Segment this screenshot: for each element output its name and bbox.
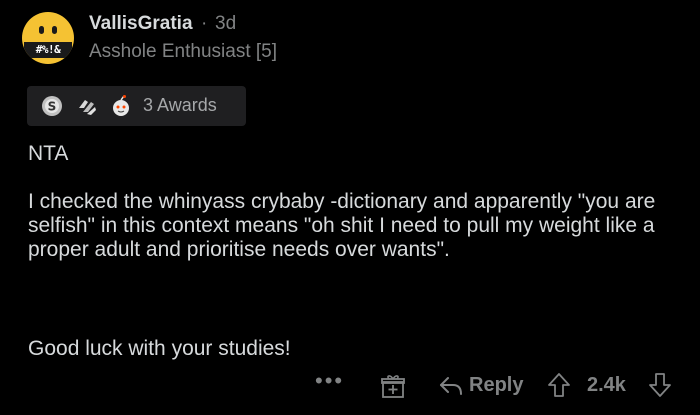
meta-separator: · [201, 13, 208, 34]
comment-paragraph: NTA [28, 142, 69, 165]
vote-score: 2.4k [587, 374, 626, 396]
comment-paragraph: I checked the whinyass crybaby -dictiona… [28, 190, 656, 261]
avatar-censor-bar: #%!& [24, 42, 72, 58]
comment-paragraph: Good luck with your studies! [28, 337, 291, 360]
avatar-left-eye [39, 26, 44, 34]
downvote-icon[interactable] [648, 372, 672, 398]
reply-button[interactable]: Reply [469, 374, 523, 397]
snoo-award-icon [113, 95, 129, 116]
avatar[interactable]: #%!& [22, 12, 74, 64]
svg-text:S: S [48, 100, 57, 114]
reply-arrow-icon[interactable] [438, 374, 464, 398]
upvote-icon[interactable] [547, 372, 571, 398]
username[interactable]: VallisGratia [89, 13, 193, 35]
user-flair: Asshole Enthusiast [5] [89, 41, 277, 62]
wholesome-hands-award-icon [79, 100, 96, 115]
awards-count: 3 Awards [143, 95, 217, 115]
comment-age: 3d [215, 13, 237, 34]
more-options-icon[interactable]: ••• [315, 368, 344, 400]
gift-award-icon[interactable] [380, 373, 406, 399]
avatar-right-eye [52, 26, 57, 34]
silver-award-icon: S [42, 96, 62, 116]
awards-bar[interactable]: S 3 Awards [27, 86, 246, 126]
